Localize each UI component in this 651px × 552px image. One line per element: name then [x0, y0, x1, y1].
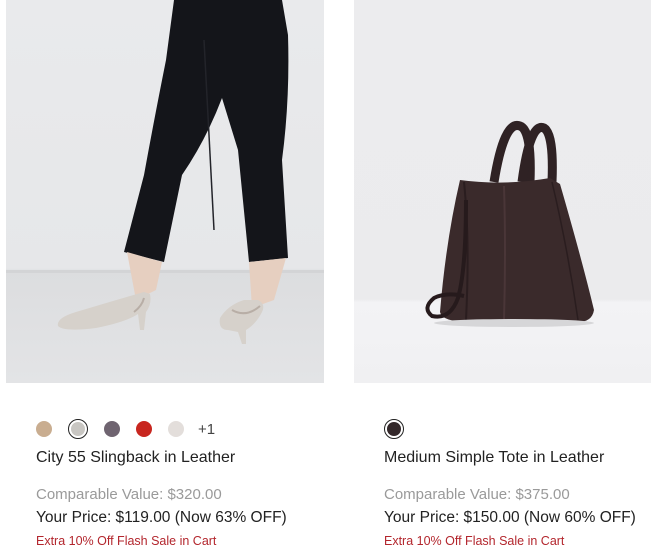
color-swatch-selected[interactable] [384, 419, 404, 439]
promo-text: Extra 10% Off Flash Sale in Cart [384, 534, 565, 548]
color-swatches [384, 418, 420, 440]
product-photo-slingback [6, 0, 324, 344]
color-swatch-selected[interactable] [68, 419, 88, 439]
promo-text: Extra 10% Off Flash Sale in Cart [36, 534, 217, 548]
product-name[interactable]: City 55 Slingback in Leather [36, 449, 235, 467]
product-name[interactable]: Medium Simple Tote in Leather [384, 449, 604, 467]
color-swatch[interactable] [168, 421, 184, 437]
product-card[interactable]: +1 City 55 Slingback in Leather Comparab… [6, 0, 324, 548]
product-image[interactable] [354, 0, 651, 383]
color-swatches: +1 [36, 418, 215, 440]
comparable-value: Comparable Value: $375.00 [384, 486, 570, 503]
product-photo-tote [425, 121, 594, 327]
color-swatch[interactable] [36, 421, 52, 437]
product-image[interactable] [6, 0, 324, 383]
your-price: Your Price: $119.00 (Now 63% OFF) [36, 509, 287, 526]
product-card[interactable]: Medium Simple Tote in Leather Comparable… [354, 0, 651, 548]
color-swatch[interactable] [104, 421, 120, 437]
more-colors-link[interactable]: +1 [198, 421, 215, 438]
color-swatch[interactable] [136, 421, 152, 437]
comparable-value: Comparable Value: $320.00 [36, 486, 222, 503]
your-price: Your Price: $150.00 (Now 60% OFF) [384, 509, 636, 526]
